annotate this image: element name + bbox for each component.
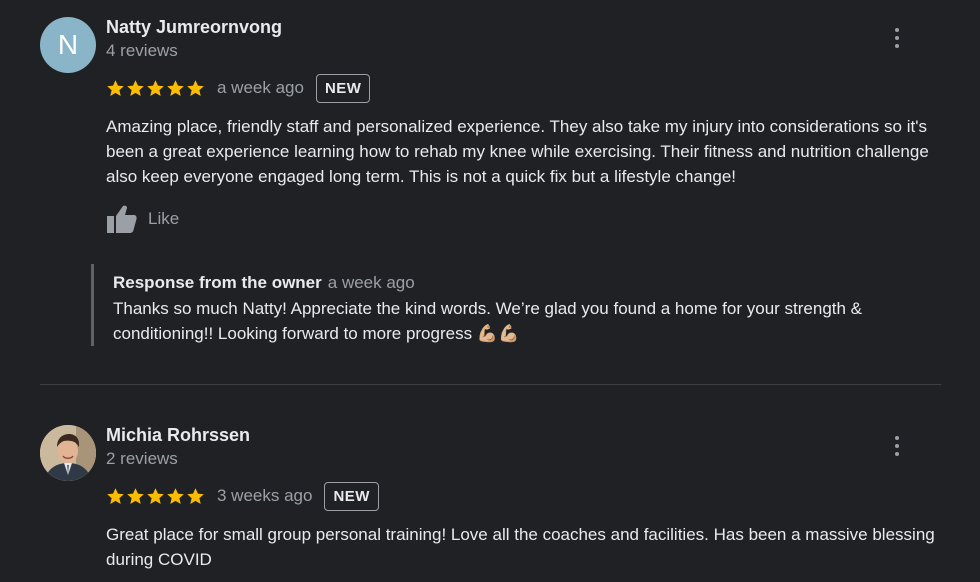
new-badge: NEW [324, 481, 379, 511]
star-icon [107, 79, 124, 96]
more-vert-icon [895, 436, 899, 440]
like-label: Like [148, 209, 180, 228]
star-icon [167, 79, 184, 96]
rating-row: a week ago NEW [106, 73, 371, 103]
owner-response-text: Thanks so much Natty! Appreciate the kin… [113, 299, 863, 343]
review-date: a week ago [217, 78, 304, 97]
star-icon [147, 79, 164, 96]
thumbs-up-icon [107, 205, 137, 233]
new-badge: NEW [315, 73, 371, 103]
owner-response-title: Response from the owner [113, 273, 322, 292]
star-icon [167, 487, 184, 504]
star-icon [147, 487, 164, 504]
review-date: 3 weeks ago [217, 486, 313, 505]
reviews-page: N Natty Jumreornvong 4 reviews a week ag… [0, 0, 980, 582]
reviewer-name[interactable]: Michia Rohrssen [106, 425, 250, 446]
reviewer-review-count: 2 reviews [106, 449, 178, 468]
star-icon [127, 79, 144, 96]
star-icon [187, 487, 204, 504]
review-text: Amazing place, friendly staff and person… [106, 117, 929, 186]
more-options-button[interactable] [884, 432, 910, 460]
reviewer-review-count: 4 reviews [106, 41, 178, 60]
owner-response-date: a week ago [327, 273, 415, 292]
rating-row: 3 weeks ago NEW [106, 481, 379, 511]
review-text: Great place for small group personal tra… [106, 525, 935, 569]
reviewer-avatar[interactable]: N [40, 17, 96, 73]
reviewer-avatar[interactable] [40, 425, 96, 481]
like-button[interactable]: Like [106, 203, 179, 235]
more-vert-icon [895, 28, 899, 32]
star-icon [127, 487, 144, 504]
owner-response-header: Response from the owner a week ago [113, 273, 415, 293]
avatar-letter: N [57, 29, 79, 60]
profile-photo-icon [40, 425, 96, 481]
star-icon [107, 487, 124, 504]
star-rating [106, 487, 205, 506]
star-icon [187, 79, 204, 96]
reviewer-name[interactable]: Natty Jumreornvong [106, 17, 282, 38]
more-options-button[interactable] [884, 24, 910, 52]
owner-response: Response from the owner a week ago Thanks… [91, 264, 934, 346]
star-rating [106, 79, 205, 98]
review-divider [40, 384, 941, 385]
